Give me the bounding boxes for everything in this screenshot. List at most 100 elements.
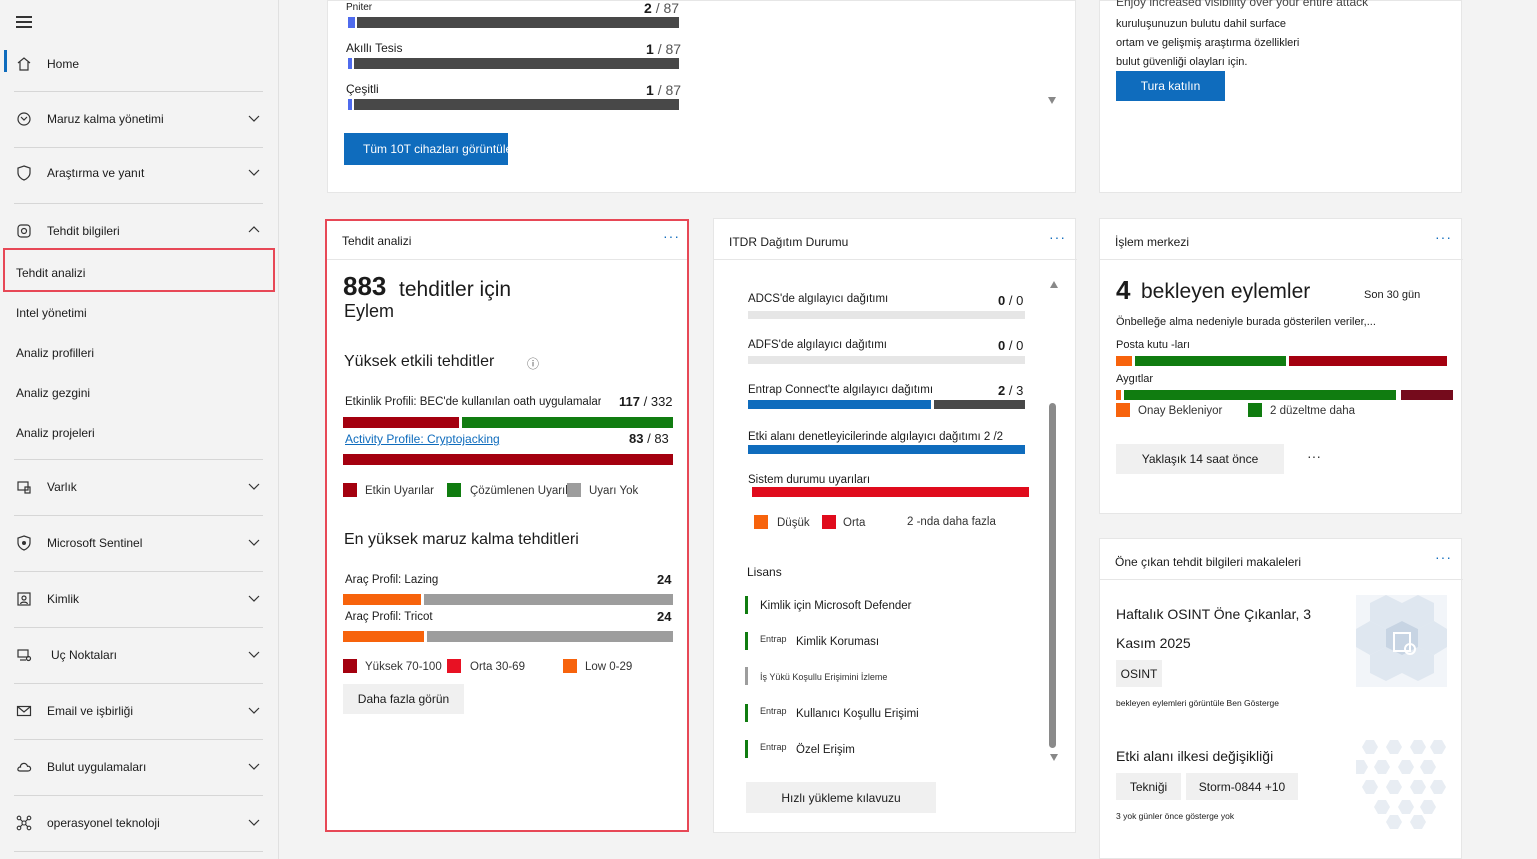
chevron-down-icon (248, 707, 260, 714)
cloud-icon (17, 762, 32, 772)
scrollbar-thumb[interactable] (1049, 403, 1056, 748)
nav-sentinel[interactable]: Microsoft Sentinel (0, 525, 270, 561)
legend-swatch (447, 659, 461, 673)
divider (14, 851, 263, 852)
license-title: Lisans (747, 565, 782, 579)
more-options-icon[interactable]: ··· (1049, 229, 1066, 245)
legend-swatch (343, 659, 357, 673)
exposure-row-value: 24 (657, 609, 672, 624)
divider (14, 515, 263, 516)
bar-pending (1116, 390, 1121, 400)
threat-row-label[interactable]: Etkinlik Profili: BEC'de kullanılan oath… (345, 396, 601, 408)
assets-icon (17, 481, 31, 494)
itdr-bar-fill (748, 445, 1025, 454)
quick-setup-button[interactable]: Hızlı yükleme kılavuzu (746, 782, 936, 813)
legend-swatch (563, 659, 577, 673)
sub-intel-projects[interactable]: Analiz projeleri (16, 426, 95, 440)
view-all-iot-button[interactable]: Tüm 10T cihazları görüntüle (344, 133, 508, 165)
threat-row-link[interactable]: Activity Profile: Cryptojacking (345, 432, 500, 446)
divider (714, 259, 1077, 260)
more-options-icon[interactable]: ··· (1435, 549, 1452, 565)
article-tag[interactable]: Storm-0844 +10 (1186, 773, 1298, 800)
article-title[interactable]: Kasım 2025 (1116, 635, 1191, 651)
scroll-down-arrow[interactable] (1050, 754, 1058, 761)
license-prefix: Entrap (760, 706, 787, 716)
article-tag[interactable]: Tekniği (1116, 773, 1181, 800)
nav-home[interactable]: Home (0, 46, 270, 82)
nav-endpoints-label: Uç Noktaları (51, 648, 118, 662)
chevron-down-icon (248, 483, 260, 490)
iot-bar-rest (354, 58, 679, 69)
divider (14, 91, 263, 92)
row-label: Aygıtlar (1116, 373, 1154, 385)
itdr-row-label: Entrap Connect'te algılayıcı dağıtımı (748, 384, 934, 396)
scroll-down-arrow[interactable] (1048, 97, 1056, 104)
threat-analytics-card: Tehdit analizi ··· 883 tehditler için Ey… (325, 219, 689, 832)
sub-intel-management[interactable]: Intel yönetimi (16, 306, 87, 320)
divider (14, 627, 263, 628)
identity-icon (17, 592, 31, 606)
card-title: Öne çıkan tehdit bilgileri makaleleri (1115, 555, 1302, 569)
nav-assets[interactable]: Varlık (0, 469, 270, 505)
article-tag[interactable]: OSINT (1116, 660, 1162, 687)
more-options-icon[interactable]: ··· (1307, 448, 1321, 464)
legend-more[interactable]: 2 -nda daha fazla (907, 516, 996, 528)
nav-cloud-apps[interactable]: Bulut uygulamaları (0, 749, 270, 785)
nav-email[interactable]: Email ve işbirliği (0, 693, 270, 729)
scroll-up-arrow[interactable] (1050, 281, 1058, 288)
more-options-icon[interactable]: ··· (1435, 229, 1452, 245)
join-tour-button[interactable]: Tura katılın (1116, 71, 1225, 101)
nav-investigation[interactable]: Araştırma ve yanıt (0, 155, 270, 191)
threat-count: 883 (343, 271, 387, 301)
exposure-row-value: 24 (657, 572, 672, 587)
itdr-deployment-card: ITDR Dağıtım Durumu ··· ADCS'de algılayı… (713, 218, 1077, 833)
menu-icon[interactable] (16, 16, 32, 28)
iot-row-label: Akıllı Tesis (346, 41, 403, 55)
info-icon[interactable]: ⓘ (527, 355, 539, 372)
legend-label: Onay Bekleniyor (1138, 405, 1223, 417)
period-label: Son 30 gün (1364, 289, 1421, 301)
article-thumbnail-book-icon (1356, 595, 1447, 687)
legend-label: Orta 30-69 (470, 661, 525, 673)
bar-low (343, 594, 421, 605)
tour-text: ortam ve gelişmiş araştırma özellikleri (1116, 37, 1300, 49)
legend-swatch (822, 515, 836, 529)
license-prefix: Entrap (760, 634, 787, 644)
see-more-button[interactable]: Daha fazla görün (343, 684, 464, 714)
nav-exposure[interactable]: Maruz kalma yönetimi (0, 101, 270, 137)
legend-swatch (754, 515, 768, 529)
article-title[interactable]: Etki alanı ilkesi değişikliği (1116, 748, 1273, 764)
license-label: Kimlik için Microsoft Defender (760, 600, 912, 612)
nav-identity-label: Kimlik (47, 592, 79, 606)
nav-investigation-label: Araştırma ve yanıt (47, 166, 145, 180)
bar-active-alerts (343, 454, 673, 465)
row-label: Posta kutu -ları (1116, 339, 1190, 351)
license-status-bar (745, 704, 748, 722)
iot-bar-fill (348, 58, 352, 69)
more-options-icon[interactable]: ··· (663, 228, 680, 244)
article-title[interactable]: Haftalık OSINT Öne Çıkanlar, 3 (1116, 606, 1311, 622)
chevron-down-icon (248, 763, 260, 770)
sub-intel-explorer[interactable]: Analiz gezgini (16, 386, 90, 400)
iot-bar-fill (348, 99, 352, 110)
card-title: Tehdit analizi (342, 234, 412, 248)
iot-bar-rest (354, 99, 679, 110)
nav-ot[interactable]: operasyonel teknoloji (0, 805, 270, 841)
exposure-row-label[interactable]: Araç Profil: Lazing (345, 574, 438, 586)
itdr-row-value: 2 / 3 (998, 383, 1024, 398)
divider (14, 571, 263, 572)
nav-threat-intel[interactable]: Tehdit bilgileri (0, 213, 270, 249)
itdr-row-label: Etki alanı denetleyicilerinde algılayıcı… (748, 431, 1004, 443)
exposure-row-label[interactable]: Araç Profil: Tricot (345, 611, 433, 623)
divider (1100, 259, 1463, 260)
sub-intel-profiles[interactable]: Analiz profilleri (16, 346, 94, 360)
license-label: Özel Erişim (796, 744, 855, 756)
nav-ot-label: operasyonel teknoloji (47, 816, 160, 830)
nav-identity[interactable]: Kimlik (0, 581, 270, 617)
sub-threat-analytics[interactable]: Tehdit analizi (16, 266, 85, 280)
threat-row-value: 117 / 332 (619, 394, 673, 409)
last-updated-button[interactable]: Yaklaşık 14 saat önce (1116, 444, 1284, 474)
iot-row-label: Çeşitli (346, 82, 379, 96)
article-meta: 3 yok günler önce gösterge yok (1116, 811, 1235, 821)
nav-endpoints[interactable]: Uç Noktaları (0, 637, 270, 673)
